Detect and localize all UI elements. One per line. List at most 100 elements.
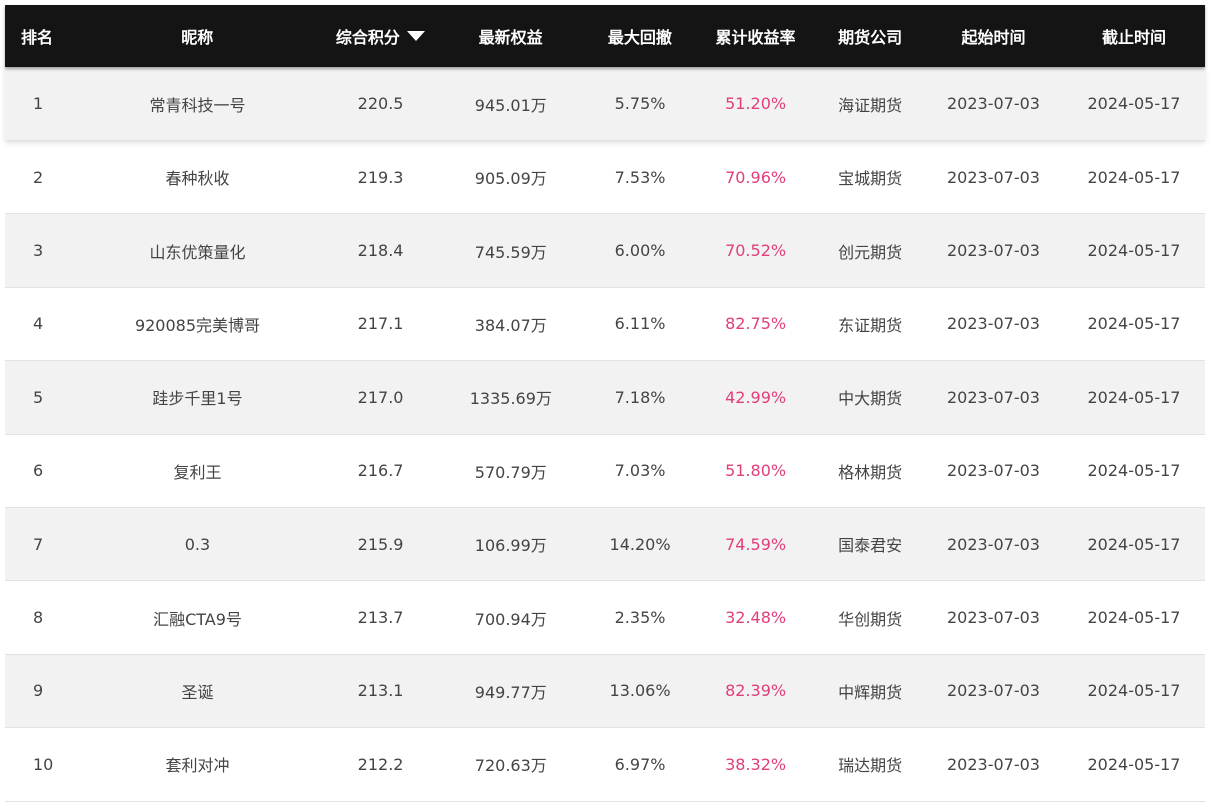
- header-end[interactable]: 截止时间: [1063, 24, 1205, 48]
- table-row[interactable]: 5 跬步千里1号 217.0 1335.69万 7.18% 42.99% 中大期…: [5, 361, 1205, 435]
- table-row[interactable]: 7 0.3 215.9 106.99万 14.20% 74.59% 国泰君安 2…: [5, 507, 1205, 582]
- cell-name[interactable]: 常青科技一号: [70, 92, 325, 116]
- cell-name[interactable]: 0.3: [70, 535, 325, 554]
- cell-score: 220.5: [357, 94, 404, 113]
- cell-return: 74.59%: [725, 534, 787, 554]
- cell-equity: 106.99万: [474, 536, 547, 556]
- cell-company: 东证期货: [838, 315, 903, 335]
- cell-start: 2023-07-03: [947, 681, 1040, 701]
- cell-company: 中辉期货: [838, 682, 903, 702]
- cell-rank: 9: [33, 681, 44, 701]
- table-row[interactable]: 2 春种秋收 219.3 905.09万 7.53% 70.96% 宝城期货 2…: [5, 141, 1205, 215]
- cell-score: 216.7: [357, 461, 404, 481]
- cell-drawdown: 7.53%: [614, 167, 666, 187]
- table-row[interactable]: 6 复利王 216.7 570.79万 7.03% 51.80% 格林期货 20…: [5, 434, 1205, 508]
- cell-end: 2024-05-17: [1087, 241, 1181, 261]
- cell-end: 2024-05-17: [1087, 681, 1181, 701]
- cell-equity: 384.07万: [474, 315, 547, 335]
- cell-drawdown: 13.06%: [609, 681, 671, 701]
- cell-end: 2024-05-17: [1087, 608, 1181, 628]
- table-header: 排名 昵称 综合积分 最新权益 最大回撤 累计收益率 期货公司 起始时间 截止时…: [5, 5, 1205, 67]
- cell-rank: 3: [33, 241, 44, 261]
- cell-company: 海证期货: [838, 95, 903, 115]
- cell-company: 格林期货: [838, 462, 903, 482]
- cell-equity: 945.01万: [474, 95, 547, 115]
- cell-equity: 949.77万: [474, 682, 547, 702]
- cell-start: 2023-07-03: [947, 461, 1040, 481]
- cell-end: 2024-05-17: [1087, 167, 1181, 187]
- header-return[interactable]: 累计收益率: [695, 24, 816, 48]
- cell-company: 瑞达期货: [838, 756, 903, 776]
- cell-end: 2024-05-17: [1087, 754, 1181, 774]
- cell-drawdown: 6.97%: [614, 754, 666, 774]
- cell-name[interactable]: 复利王: [70, 459, 325, 483]
- cell-equity: 905.09万: [474, 169, 547, 189]
- table-row[interactable]: 10 套利对冲 212.2 720.63万 6.97% 38.32% 瑞达期货 …: [5, 728, 1205, 802]
- cell-rank: 1: [33, 94, 44, 113]
- cell-return: 70.52%: [725, 241, 787, 261]
- cell-name[interactable]: 跬步千里1号: [70, 385, 325, 409]
- cell-drawdown: 6.11%: [614, 314, 666, 334]
- cell-rank: 8: [33, 608, 44, 628]
- cell-equity: 745.59万: [474, 242, 547, 262]
- cell-name[interactable]: 汇融CTA9号: [70, 606, 325, 630]
- header-rank[interactable]: 排名: [5, 24, 70, 48]
- cell-company: 创元期货: [838, 242, 903, 262]
- cell-name[interactable]: 春种秋收: [70, 165, 325, 189]
- cell-end: 2024-05-17: [1087, 314, 1181, 334]
- cell-start: 2023-07-03: [947, 754, 1040, 774]
- cell-drawdown: 7.03%: [614, 461, 666, 481]
- cell-return: 70.96%: [725, 167, 787, 187]
- triangle-down-icon[interactable]: [406, 31, 425, 41]
- cell-start: 2023-07-03: [947, 608, 1040, 628]
- cell-end: 2024-05-17: [1087, 534, 1181, 554]
- header-drawdown[interactable]: 最大回撤: [585, 24, 695, 48]
- cell-name[interactable]: 圣诞: [70, 679, 325, 703]
- cell-drawdown: 5.75%: [614, 94, 666, 113]
- cell-equity: 700.94万: [474, 609, 547, 629]
- table-body: 1 常青科技一号 220.5 945.01万 5.75% 51.20% 海证期货…: [5, 67, 1205, 802]
- cell-drawdown: 6.00%: [614, 241, 666, 261]
- header-equity[interactable]: 最新权益: [436, 24, 585, 48]
- cell-score: 212.2: [357, 754, 404, 774]
- cell-return: 32.48%: [725, 608, 787, 628]
- cell-company: 国泰君安: [838, 536, 903, 556]
- cell-start: 2023-07-03: [947, 387, 1040, 407]
- cell-company: 华创期货: [838, 609, 903, 629]
- cell-rank: 5: [33, 387, 44, 407]
- header-company[interactable]: 期货公司: [816, 24, 924, 48]
- cell-rank: 4: [33, 314, 44, 334]
- cell-score: 213.7: [357, 608, 404, 628]
- cell-return: 82.75%: [725, 314, 787, 334]
- cell-name[interactable]: 920085完美博哥: [70, 312, 325, 336]
- table-row[interactable]: 1 常青科技一号 220.5 945.01万 5.75% 51.20% 海证期货…: [5, 67, 1205, 141]
- cell-end: 2024-05-17: [1087, 387, 1181, 407]
- cell-start: 2023-07-03: [947, 94, 1040, 113]
- cell-start: 2023-07-03: [947, 314, 1040, 334]
- cell-name[interactable]: 山东优策量化: [70, 239, 325, 263]
- cell-return: 82.39%: [725, 681, 787, 701]
- cell-name[interactable]: 套利对冲: [70, 752, 325, 776]
- cell-score: 218.4: [357, 241, 404, 261]
- table-row[interactable]: 9 圣诞 213.1 949.77万 13.06% 82.39% 中辉期货 20…: [5, 654, 1205, 729]
- cell-company: 中大期货: [838, 389, 903, 409]
- header-name[interactable]: 昵称: [70, 24, 325, 48]
- header-score-label: 综合积分: [335, 28, 400, 47]
- cell-score: 213.1: [357, 681, 404, 701]
- cell-drawdown: 7.18%: [614, 387, 666, 407]
- cell-score: 217.0: [357, 387, 404, 407]
- table-row[interactable]: 4 920085完美博哥 217.1 384.07万 6.11% 82.75% …: [5, 287, 1205, 362]
- cell-start: 2023-07-03: [947, 167, 1040, 187]
- table-row[interactable]: 3 山东优策量化 218.4 745.59万 6.00% 70.52% 创元期货…: [5, 214, 1205, 288]
- cell-return: 51.20%: [725, 94, 787, 113]
- cell-end: 2024-05-17: [1087, 94, 1181, 113]
- cell-start: 2023-07-03: [947, 241, 1040, 261]
- header-start[interactable]: 起始时间: [924, 24, 1063, 48]
- header-score[interactable]: 综合积分: [325, 24, 437, 48]
- ranking-table: 排名 昵称 综合积分 最新权益 最大回撤 累计收益率 期货公司 起始时间 截止时…: [5, 5, 1205, 806]
- cell-rank: 7: [33, 534, 44, 554]
- cell-return: 51.80%: [725, 461, 787, 481]
- cell-rank: 6: [33, 461, 44, 481]
- table-row[interactable]: 8 汇融CTA9号 213.7 700.94万 2.35% 32.48% 华创期…: [5, 581, 1205, 655]
- cell-equity: 720.63万: [474, 756, 547, 776]
